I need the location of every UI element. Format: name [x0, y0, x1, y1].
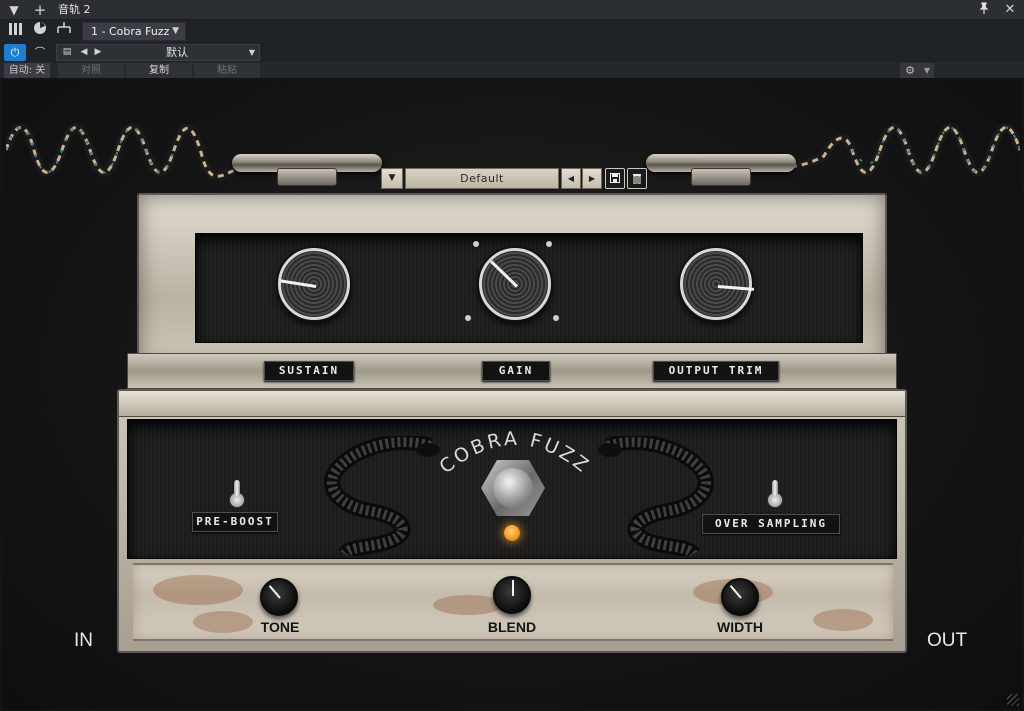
output-jack: [646, 148, 796, 188]
sustain-label: SUSTAIN: [264, 361, 354, 381]
width-knob[interactable]: [721, 578, 759, 616]
sustain-knob[interactable]: [278, 248, 350, 320]
blend-knob[interactable]: [493, 576, 531, 614]
close-icon[interactable]: ✕: [1002, 2, 1018, 18]
next-arrow-icon[interactable]: ▶: [91, 45, 105, 60]
gain-range-dot: [473, 241, 479, 247]
tone-knob[interactable]: [260, 578, 298, 616]
left-snake-art: [324, 436, 440, 556]
output-trim-knob[interactable]: [680, 248, 755, 320]
instrument-select[interactable]: 1 - Cobra Fuzz ▼: [82, 22, 186, 41]
routing-icon[interactable]: [54, 21, 74, 41]
prev-arrow-icon[interactable]: ◀: [77, 45, 91, 60]
preset-prev-button[interactable]: ◀: [561, 168, 581, 189]
pre-boost-switch[interactable]: [228, 480, 246, 508]
input-cable: [6, 123, 246, 180]
prev-arrow-icon: ◀: [567, 174, 575, 183]
mixer-icon[interactable]: [6, 21, 26, 41]
automation-button[interactable]: 自动: 关: [4, 63, 50, 78]
gauge-icon[interactable]: [30, 21, 50, 41]
blend-label: BLEND: [487, 619, 537, 635]
trash-icon: [633, 174, 641, 185]
copy-button[interactable]: 复制: [126, 63, 192, 78]
pin-icon[interactable]: [976, 2, 992, 18]
output-trim-label: OUTPUT TRIM: [653, 361, 779, 381]
save-icon: [610, 173, 620, 183]
next-arrow-icon: ▶: [588, 174, 596, 183]
input-label: IN: [74, 630, 93, 651]
chevron-down-icon[interactable]: ▼: [920, 63, 934, 78]
tone-label: TONE: [260, 619, 300, 635]
pre-boost-label: PRE-BOOST: [192, 512, 278, 532]
output-cable: [780, 123, 1020, 177]
gain-knob[interactable]: [479, 248, 551, 320]
right-snake-art: [598, 436, 714, 556]
preset-menu-button[interactable]: ▼: [381, 168, 403, 189]
gain-range-dot: [553, 315, 559, 321]
power-button[interactable]: ⏻: [4, 44, 26, 61]
plugin-preset-name[interactable]: Default: [405, 168, 559, 189]
plugin-panel: ▼ Default ◀ ▶ SUSTAIN GAIN OUTPUT TRIM O…: [2, 80, 1022, 709]
window-title: 音轨 2: [58, 3, 91, 16]
over-sampling-label: OVER SAMPLING: [702, 514, 840, 534]
chevron-down-icon[interactable]: ▼: [245, 45, 259, 60]
compare-icon: ⌒: [34, 46, 46, 59]
gain-label: GAIN: [482, 361, 550, 381]
resize-grip[interactable]: [1007, 694, 1019, 706]
chevron-down-icon: ▼: [172, 26, 179, 36]
compare-toggle-button[interactable]: 对照: [58, 63, 124, 78]
output-label: OUT: [927, 630, 968, 651]
window-titlebar: ▼ + 音轨 2 ✕: [0, 0, 1024, 20]
power-icon: ⏻: [10, 46, 20, 59]
plugin-preset-bar: ▼ Default ◀ ▶: [381, 168, 647, 189]
input-jack: [232, 148, 382, 188]
preset-save-button[interactable]: [605, 168, 625, 189]
gain-range-dot: [546, 241, 552, 247]
instrument-select-label: 1 - Cobra Fuzz: [91, 25, 170, 38]
menu-caret-icon[interactable]: ▼: [6, 2, 22, 18]
chevron-down-icon: ▼: [388, 173, 396, 183]
width-label: WIDTH: [717, 619, 763, 635]
paste-button[interactable]: 粘贴: [194, 63, 260, 78]
lower-lip: [119, 391, 905, 417]
preset-delete-button[interactable]: [627, 168, 647, 189]
preset-list-icon[interactable]: ▤: [59, 45, 75, 60]
compare-button[interactable]: ⌒: [30, 44, 50, 61]
gain-range-dot: [465, 315, 471, 321]
plus-icon[interactable]: +: [32, 2, 48, 18]
over-sampling-switch[interactable]: [766, 480, 784, 508]
host-preset-name: 默认: [166, 46, 188, 59]
preset-next-button[interactable]: ▶: [582, 168, 602, 189]
host-preset-selector[interactable]: ▤ ◀ ▶ 默认 ▼: [56, 44, 260, 61]
status-led: [504, 525, 520, 541]
gear-icon[interactable]: ⚙: [900, 63, 920, 78]
